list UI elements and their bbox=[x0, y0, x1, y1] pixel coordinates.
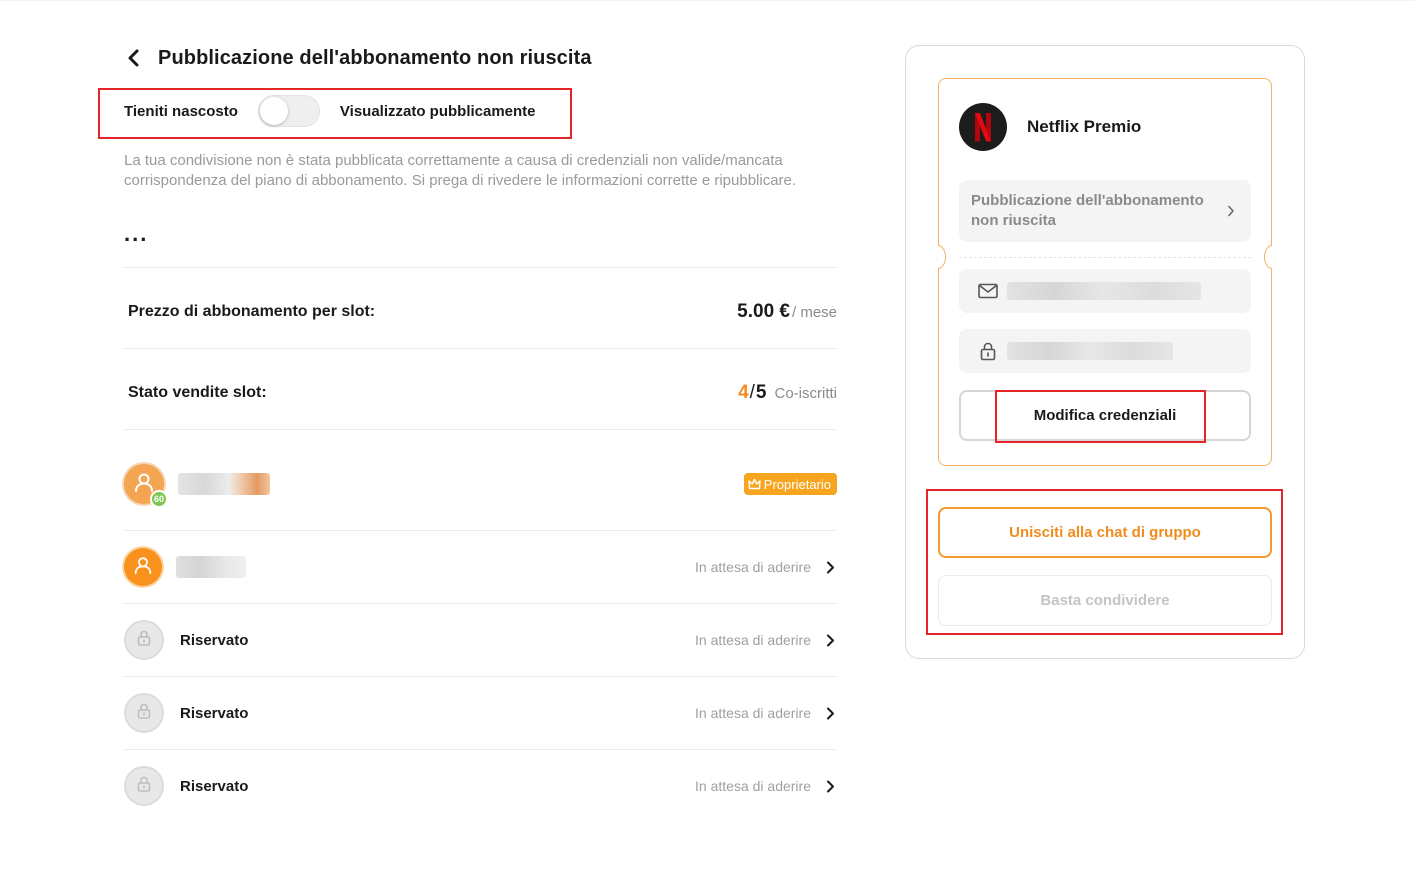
page-header: Pubblicazione dell'abbonamento non riusc… bbox=[124, 44, 592, 72]
price-unit: / mese bbox=[791, 304, 837, 321]
avatar: 60 bbox=[124, 464, 168, 508]
slots-unit: Co-iscritti bbox=[774, 385, 838, 402]
avatar bbox=[124, 766, 164, 806]
publish-status-text: Pubblicazione dell'abbonamento non riusc… bbox=[971, 192, 1204, 229]
netflix-logo-icon bbox=[959, 103, 1007, 151]
divider bbox=[124, 749, 837, 750]
owner-badge: Proprietario bbox=[743, 473, 837, 495]
member-right: Proprietario bbox=[743, 473, 837, 495]
more-dots[interactable]: ... bbox=[124, 223, 148, 245]
member-right: In attesa di aderire bbox=[695, 778, 837, 794]
page-title: Pubblicazione dell'abbonamento non riusc… bbox=[158, 46, 592, 69]
slots-display: 4 / 5 Co-iscritti bbox=[738, 382, 837, 404]
divider bbox=[124, 267, 837, 268]
member-right: In attesa di aderire bbox=[695, 705, 837, 721]
divider bbox=[124, 603, 837, 604]
price-value: 5.00 € bbox=[737, 301, 790, 322]
chevron-right-icon[interactable] bbox=[823, 706, 837, 720]
service-header: Netflix Premio bbox=[959, 103, 1141, 151]
subscription-panel: Netflix Premio Pubblicazione dell'abbona… bbox=[905, 45, 1305, 659]
password-field bbox=[959, 329, 1251, 373]
member-status: In attesa di aderire bbox=[695, 559, 811, 575]
user-icon bbox=[133, 555, 153, 580]
mail-icon bbox=[977, 280, 999, 302]
subscription-card: Netflix Premio Pubblicazione dell'abbona… bbox=[938, 78, 1272, 466]
lock-icon bbox=[135, 629, 153, 652]
masked-email bbox=[1007, 282, 1201, 300]
lock-icon bbox=[977, 340, 999, 362]
divider bbox=[124, 429, 837, 430]
just-share-button[interactable]: Basta condividere bbox=[938, 575, 1272, 626]
top-divider bbox=[0, 0, 1415, 1]
divider bbox=[124, 676, 837, 677]
failure-description: La tua condivisione non è stata pubblica… bbox=[124, 152, 797, 189]
join-group-chat-button[interactable]: Unisciti alla chat di gruppo bbox=[938, 507, 1272, 558]
member-row-reserved[interactable]: Riservato In attesa di aderire bbox=[124, 763, 837, 809]
member-row-reserved[interactable]: Riservato In attesa di aderire bbox=[124, 617, 837, 663]
visibility-toggle-row: Tieniti nascosto Visualizzato pubblicame… bbox=[124, 93, 536, 129]
public-label: Visualizzato pubblicamente bbox=[339, 102, 536, 120]
member-row-pending[interactable]: In attesa di aderire bbox=[124, 544, 837, 590]
avatar bbox=[124, 548, 162, 586]
switch-knob bbox=[259, 97, 288, 125]
member-status: In attesa di aderire bbox=[695, 632, 811, 648]
member-status: In attesa di aderire bbox=[695, 778, 811, 794]
chevron-right-icon bbox=[1227, 205, 1239, 217]
chevron-right-icon[interactable] bbox=[823, 633, 837, 647]
member-right: In attesa di aderire bbox=[695, 559, 837, 575]
slots-row: Stato vendite slot: 4 / 5 Co-iscritti bbox=[128, 373, 837, 413]
member-name: Riservato bbox=[180, 631, 249, 649]
chevron-right-icon[interactable] bbox=[823, 779, 837, 793]
masked-password bbox=[1007, 342, 1173, 360]
lock-icon bbox=[135, 775, 153, 798]
member-name: Riservato bbox=[180, 704, 249, 722]
dashed-divider bbox=[959, 257, 1251, 258]
lock-icon bbox=[135, 702, 153, 725]
divider bbox=[124, 348, 837, 349]
member-row-reserved[interactable]: Riservato In attesa di aderire bbox=[124, 690, 837, 736]
publish-status-card[interactable]: Pubblicazione dell'abbonamento non riusc… bbox=[959, 180, 1251, 242]
price-row: Prezzo di abbonamento per slot: 5.00 € /… bbox=[128, 292, 837, 332]
hidden-label: Tieniti nascosto bbox=[124, 102, 238, 120]
member-status: In attesa di aderire bbox=[695, 705, 811, 721]
price-label: Prezzo di abbonamento per slot: bbox=[128, 303, 376, 320]
ticket-notch bbox=[938, 245, 946, 269]
slots-total: 5 bbox=[755, 382, 767, 403]
edit-credentials-button[interactable]: Modifica credenziali bbox=[959, 390, 1251, 441]
price-display: 5.00 € / mese bbox=[737, 301, 837, 323]
member-row-owner: 60 Proprietario bbox=[124, 461, 837, 508]
divider bbox=[124, 530, 837, 531]
ticket-notch bbox=[1264, 245, 1272, 269]
chevron-left-icon[interactable] bbox=[124, 48, 144, 68]
blurred-username bbox=[178, 473, 270, 495]
service-name: Netflix Premio bbox=[1027, 117, 1142, 136]
chevron-right-icon[interactable] bbox=[823, 560, 837, 574]
avatar bbox=[124, 693, 164, 733]
level-badge: 60 bbox=[150, 490, 168, 508]
slots-label: Stato vendite slot: bbox=[128, 384, 267, 401]
email-field bbox=[959, 269, 1251, 313]
slots-separator: / bbox=[749, 382, 755, 403]
crown-icon bbox=[748, 478, 761, 491]
member-name: Riservato bbox=[180, 777, 249, 795]
slots-sold: 4 bbox=[738, 382, 749, 403]
visibility-switch[interactable] bbox=[257, 95, 320, 127]
member-right: In attesa di aderire bbox=[695, 632, 837, 648]
avatar bbox=[124, 620, 164, 660]
blurred-username bbox=[176, 556, 246, 578]
owner-badge-label: Proprietario bbox=[763, 476, 831, 492]
